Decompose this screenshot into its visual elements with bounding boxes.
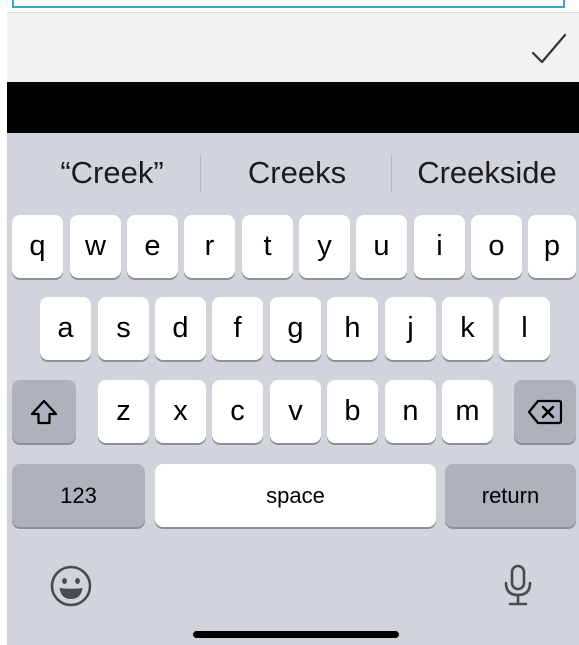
return-key[interactable]: return xyxy=(445,464,576,527)
key-m[interactable]: m xyxy=(442,380,493,443)
key-z[interactable]: z xyxy=(98,380,149,443)
key-s[interactable]: s xyxy=(98,297,149,360)
delete-icon xyxy=(527,399,563,424)
text-input-edge[interactable] xyxy=(12,0,565,8)
key-g[interactable]: g xyxy=(270,297,321,360)
keyboard-accessory-bar xyxy=(7,12,579,83)
emoji-icon[interactable] xyxy=(48,563,94,609)
key-r[interactable]: r xyxy=(184,215,235,278)
key-a[interactable]: a xyxy=(40,297,91,360)
black-strip xyxy=(7,82,579,133)
key-c[interactable]: c xyxy=(212,380,263,443)
key-t[interactable]: t xyxy=(242,215,293,278)
key-n[interactable]: n xyxy=(385,380,436,443)
suggestion-item[interactable]: Creeks xyxy=(207,153,387,193)
home-indicator[interactable] xyxy=(193,631,399,638)
key-b[interactable]: b xyxy=(327,380,378,443)
microphone-icon[interactable] xyxy=(495,563,541,609)
key-w[interactable]: w xyxy=(70,215,121,278)
numbers-key[interactable]: 123 xyxy=(12,464,145,527)
key-u[interactable]: u xyxy=(356,215,407,278)
suggestion-divider xyxy=(391,155,392,193)
checkmark-icon[interactable] xyxy=(529,29,569,69)
shift-key[interactable] xyxy=(12,380,76,443)
key-o[interactable]: o xyxy=(471,215,522,278)
key-v[interactable]: v xyxy=(270,380,321,443)
suggestion-item[interactable]: “Creek” xyxy=(27,153,197,193)
delete-key[interactable] xyxy=(514,380,576,443)
key-k[interactable]: k xyxy=(442,297,493,360)
suggestion-bar: “Creek” Creeks Creekside xyxy=(7,133,579,213)
screen: “Creek” Creeks Creekside q w e r t y u i… xyxy=(0,0,579,645)
key-e[interactable]: e xyxy=(127,215,178,278)
key-l[interactable]: l xyxy=(499,297,550,360)
key-p[interactable]: p xyxy=(528,215,576,278)
suggestion-item[interactable]: Creekside xyxy=(399,153,575,193)
key-f[interactable]: f xyxy=(212,297,263,360)
key-x[interactable]: x xyxy=(155,380,206,443)
suggestion-divider xyxy=(200,155,201,193)
key-i[interactable]: i xyxy=(414,215,465,278)
shift-icon xyxy=(30,399,58,424)
key-j[interactable]: j xyxy=(385,297,436,360)
key-h[interactable]: h xyxy=(327,297,378,360)
key-y[interactable]: y xyxy=(299,215,350,278)
key-q[interactable]: q xyxy=(12,215,63,278)
keyboard: “Creek” Creeks Creekside q w e r t y u i… xyxy=(7,133,579,645)
key-d[interactable]: d xyxy=(155,297,206,360)
space-key[interactable]: space xyxy=(155,464,436,527)
